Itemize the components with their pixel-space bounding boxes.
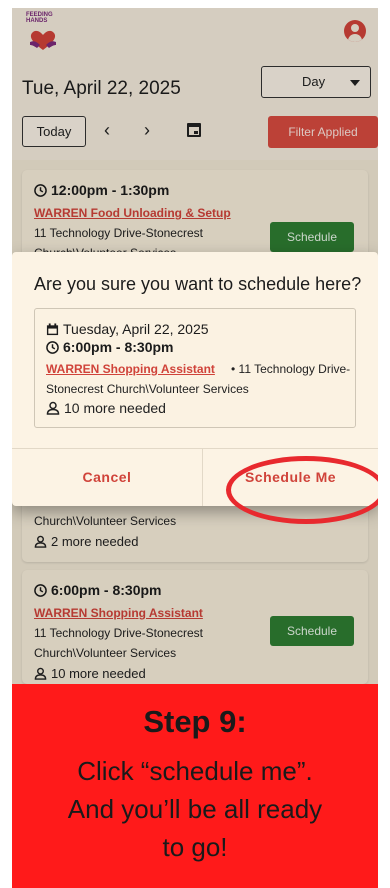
cancel-button[interactable]: Cancel [12, 449, 202, 506]
shift-location-line1: • 11 Technology Drive- [231, 362, 350, 376]
calendar-icon [46, 323, 59, 336]
shift-date: Tuesday, April 22, 2025 [46, 321, 209, 337]
step-title: Step 9: [143, 704, 247, 739]
shift-role-link[interactable]: WARREN Shopping Assistant [46, 362, 215, 376]
shift-needed-text: 10 more needed [64, 400, 166, 416]
step-instruction-line1: Click “schedule me”. [77, 756, 313, 786]
instruction-banner: Step 9: Click “schedule me”. And you’ll … [12, 684, 378, 888]
shift-location-text: 11 Technology Drive- [238, 362, 351, 376]
separator-dot: • [231, 362, 236, 376]
shift-detail-box: Tuesday, April 22, 2025 6:00pm - 8:30pm … [34, 308, 356, 428]
highlight-circle-annotation [226, 456, 378, 524]
shift-needed-count: 10 more needed [46, 400, 166, 416]
shift-location-line2: Stonecrest Church\Volunteer Services [46, 382, 249, 396]
dialog-title: Are you sure you want to schedule here? [34, 274, 362, 294]
shift-date-text: Tuesday, April 22, 2025 [63, 321, 209, 337]
step-instruction-line2: And you’ll be all ready [67, 794, 323, 824]
app-screen: FEEDING HANDS Tue, April 22, 2025 Day To… [12, 8, 378, 684]
shift-time: 6:00pm - 8:30pm [46, 339, 173, 355]
step-instructions: Click “schedule me”. And you’ll be all r… [20, 752, 370, 866]
person-icon [46, 401, 60, 415]
shift-time-text: 6:00pm - 8:30pm [63, 339, 174, 355]
clock-icon [46, 341, 59, 354]
step-instruction-line3: to go! [162, 832, 228, 862]
